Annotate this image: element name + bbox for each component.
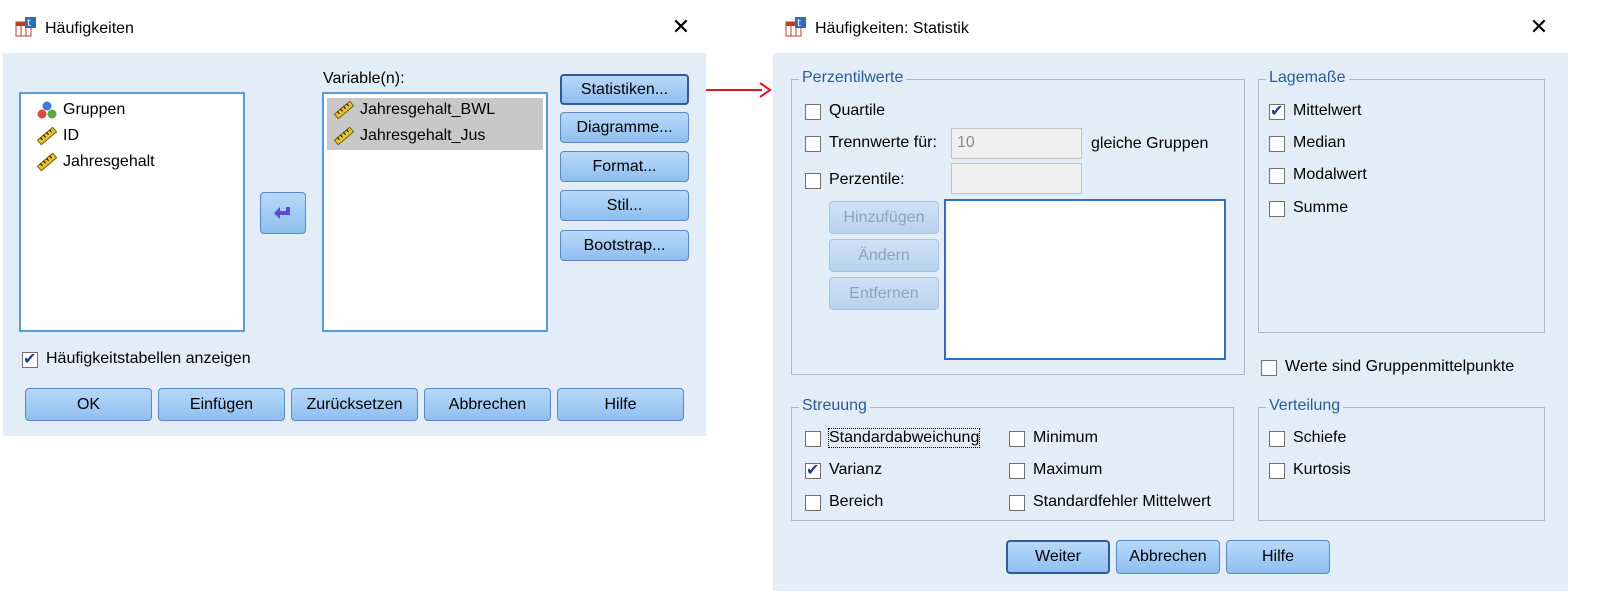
continue-button[interactable]: Weiter (1006, 540, 1110, 574)
arrow-right-icon (706, 82, 772, 98)
checkbox-box[interactable] (805, 173, 821, 189)
checkbox-box[interactable] (1269, 168, 1285, 184)
arrow-left-icon (274, 206, 290, 219)
cancel-button[interactable]: Abbrechen (424, 388, 551, 421)
reset-button[interactable]: Zurücksetzen (291, 388, 418, 421)
percentiles-list[interactable] (944, 199, 1226, 360)
checkbox-box[interactable] (1269, 101, 1285, 121)
equal-groups-label: gleiche Gruppen (1091, 135, 1209, 152)
checkbox-box[interactable] (805, 104, 821, 120)
list-item[interactable]: Jahresgehalt_BWL (327, 98, 543, 124)
change-button[interactable]: Ändern (829, 239, 939, 272)
dialog-title: Häufigkeiten: Statistik (815, 20, 969, 37)
scale-variable-icon (334, 101, 354, 119)
checkbox-box[interactable] (1269, 136, 1285, 152)
close-icon[interactable]: ✕ (669, 15, 693, 39)
style-button[interactable]: Stil... (560, 190, 689, 221)
paste-button[interactable]: Einfügen (158, 388, 285, 421)
frequencies-dialog: t Häufigkeiten ✕ Gruppen ID Jahresgehalt… (3, 3, 706, 436)
ok-button[interactable]: OK (25, 388, 152, 421)
list-item[interactable]: Jahresgehalt_Jus (327, 124, 543, 150)
cut-points-input[interactable]: 10 (951, 128, 1082, 159)
svg-text:t: t (27, 18, 31, 29)
checkbox-box[interactable] (805, 136, 821, 152)
close-icon[interactable]: ✕ (1527, 15, 1551, 39)
checkbox-box[interactable] (1269, 463, 1285, 479)
percentiles-input[interactable] (951, 163, 1082, 194)
scale-variable-icon (37, 153, 57, 171)
scale-variable-icon (334, 127, 354, 145)
help-button[interactable]: Hilfe (1226, 540, 1330, 574)
checkbox-box[interactable] (805, 495, 821, 511)
statistics-button[interactable]: Statistiken... (560, 74, 689, 105)
scale-variable-icon (37, 127, 57, 145)
group-caption: Lagemaße (1266, 69, 1349, 87)
charts-button[interactable]: Diagramme... (560, 112, 689, 143)
variables-label: Variable(n): (323, 70, 405, 87)
source-variable-list[interactable]: Gruppen ID Jahresgehalt (19, 92, 245, 332)
checkbox-box[interactable] (1009, 463, 1025, 479)
checkbox-box[interactable] (1009, 431, 1025, 447)
spss-app-icon: t (785, 17, 806, 37)
statistics-dialog: t Häufigkeiten: Statistik ✕ Perzentilwer… (773, 3, 1568, 591)
nominal-variable-icon (37, 101, 57, 119)
spss-app-icon: t (15, 17, 36, 37)
target-variable-list[interactable]: Jahresgehalt_BWL Jahresgehalt_Jus (322, 92, 548, 332)
format-button[interactable]: Format... (560, 151, 689, 182)
add-button[interactable]: Hinzufügen (829, 201, 939, 234)
help-button[interactable]: Hilfe (557, 388, 684, 421)
group-caption: Verteilung (1266, 397, 1344, 415)
title-bar: t Häufigkeiten: Statistik ✕ (773, 3, 1568, 53)
svg-text:t: t (797, 18, 801, 29)
remove-button[interactable]: Entfernen (829, 277, 939, 310)
move-variable-button[interactable] (260, 192, 306, 234)
group-caption: Streuung (799, 397, 870, 415)
bootstrap-button[interactable]: Bootstrap... (560, 230, 689, 261)
group-caption: Perzentilwerte (799, 69, 907, 87)
title-bar: t Häufigkeiten ✕ (3, 3, 706, 53)
checkbox-box[interactable] (805, 431, 821, 447)
checkbox-box[interactable] (1261, 360, 1277, 376)
checkbox-box[interactable] (1269, 201, 1285, 217)
dialog-title: Häufigkeiten (45, 20, 134, 37)
checkbox-box[interactable] (805, 460, 821, 480)
checkbox-box[interactable] (1009, 495, 1025, 511)
checkbox-box[interactable] (22, 349, 38, 369)
cancel-button[interactable]: Abbrechen (1116, 540, 1220, 574)
checkbox-box[interactable] (1269, 431, 1285, 447)
